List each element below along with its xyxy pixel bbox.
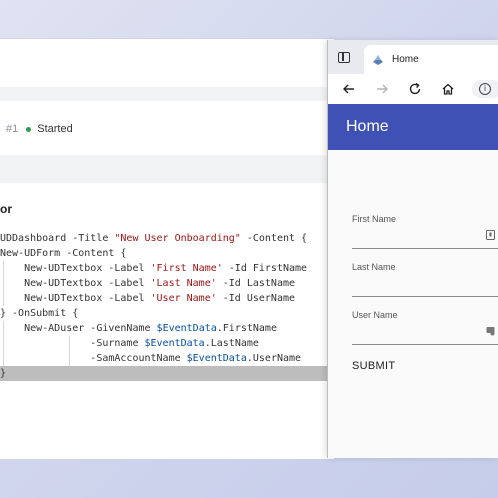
first-name-label: First Name	[352, 214, 397, 224]
tab-title: Home	[392, 54, 419, 65]
favicon-icon	[373, 54, 383, 65]
section-band	[0, 155, 334, 183]
code-line: New-UDForm -Content {	[0, 248, 127, 259]
user-name-label: User Name	[352, 310, 398, 320]
refresh-icon[interactable]	[406, 80, 424, 98]
status-dot-icon	[26, 126, 32, 132]
submit-button[interactable]: SUBMIT	[352, 360, 395, 372]
code-line: New-ADuser -GivenName $EventData.FirstNa…	[0, 321, 277, 336]
code-line: New-UDTextbox -Label 'First Name' -Id Fi…	[0, 261, 308, 276]
code-line: New-UDTextbox -Label 'User Name' -Id Use…	[0, 291, 296, 306]
site-info-button[interactable]: i	[472, 80, 498, 98]
sidebar-toggle-icon[interactable]	[338, 52, 350, 63]
code-editor[interactable]: UDDashboard -Title "New User Onboarding"…	[0, 231, 334, 381]
tab-strip: Home	[328, 40, 498, 74]
user-name-field[interactable]: User Name	[352, 310, 498, 345]
browser-tab-home[interactable]: Home	[364, 45, 498, 74]
user-form: First Name Last Name User Name SUBMIT	[328, 150, 498, 458]
password-manager-icon[interactable]	[486, 230, 495, 240]
browser-toolbar: i	[328, 74, 498, 105]
job-row[interactable]: #1 Started	[6, 123, 73, 135]
code-line: New-UDTextbox -Label 'Last Name' -Id Las…	[0, 276, 296, 291]
code-line: UDDashboard -Title "New User Onboarding"…	[0, 233, 308, 244]
code-line: } -OnSubmit {	[0, 308, 79, 319]
back-arrow-icon[interactable]	[340, 80, 358, 98]
section-title: or	[0, 202, 12, 216]
code-line: -Surname $EventData.LastName	[0, 336, 259, 351]
first-name-field[interactable]: First Name	[352, 214, 498, 249]
job-run-number: #1	[6, 123, 19, 135]
forward-arrow-icon[interactable]	[373, 80, 391, 98]
header-band	[0, 87, 334, 101]
code-line-selected: }	[0, 366, 334, 381]
app-title: Home	[346, 118, 389, 135]
editor-window: #1 Started or UDDashboard -Title "New Us…	[0, 38, 334, 459]
home-icon[interactable]	[439, 80, 457, 98]
job-status: Started	[37, 123, 73, 135]
info-icon: i	[479, 83, 491, 95]
browser-window: Home i Home First Name Last Name User Na…	[327, 40, 498, 458]
code-line: -SamAccountName $EventData.UserName	[0, 351, 302, 366]
last-name-field[interactable]: Last Name	[352, 262, 498, 297]
app-bar: Home	[328, 104, 498, 150]
autofill-card-icon[interactable]	[486, 326, 495, 336]
last-name-label: Last Name	[352, 262, 396, 272]
